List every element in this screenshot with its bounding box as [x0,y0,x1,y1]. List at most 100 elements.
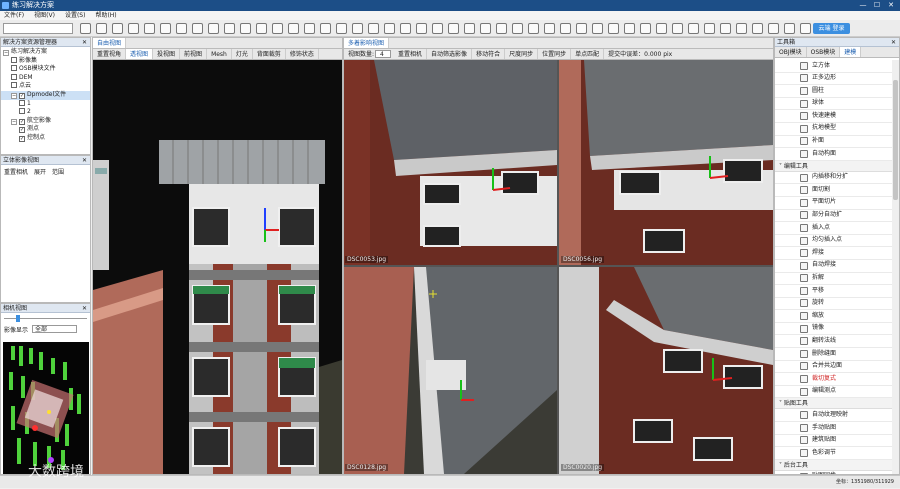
view-count-select[interactable]: 4 [375,50,392,58]
tool-group-header[interactable]: ˅ 编辑工具 [775,160,893,172]
tool-item[interactable]: 手动贴图 [775,422,893,435]
range-button[interactable]: 范围 [52,167,64,176]
maximize-button[interactable]: ☐ [870,0,884,11]
tree-item[interactable]: ✓ 测点 [1,125,90,134]
tool-item[interactable]: 建筑贴图 [775,435,893,448]
image-filter-select[interactable]: 全部 [32,325,78,333]
tree-item[interactable]: − ✓ Dpmodel文件 [1,90,90,100]
tab-free-view[interactable]: 自由视图 [93,38,127,48]
minimize-button[interactable]: — [856,0,870,11]
tool-item[interactable]: 立方体 [775,60,893,73]
cyl-icon[interactable] [304,23,315,34]
tool-item[interactable]: 色彩调节 [775,447,893,460]
tool-item[interactable]: 拆解 [775,273,893,286]
tool-item[interactable]: 自动纹理映射 [775,409,893,423]
tool-item[interactable]: 插入点 [775,222,893,235]
snap-icon[interactable] [400,23,411,34]
checkbox[interactable] [19,99,25,106]
collapse-icon[interactable]: − [11,92,17,99]
orbit-icon[interactable] [576,23,587,34]
menu-view[interactable]: 视图(V) [34,11,55,20]
free-view-button[interactable]: 背面裁剪 [253,49,286,59]
tool-item[interactable]: 快速建模 [775,110,893,123]
free-view-button[interactable]: 透视图 [126,49,154,59]
tool-item[interactable]: 自动构面 [775,148,893,161]
reset-camera-button[interactable]: 重置相机 [4,167,28,176]
camera-icon[interactable] [480,23,491,34]
tool-item[interactable]: 补面 [775,136,893,149]
free-view-button[interactable]: 重置视角 [93,49,127,59]
rotate-icon[interactable] [192,23,203,34]
tool-group-header[interactable]: ˅ 后台工具 [775,459,893,471]
close-icon[interactable]: ✕ [891,38,896,47]
select-icon[interactable] [160,23,171,34]
layers-icon[interactable] [592,23,603,34]
tool-item[interactable]: 镜像 [775,323,893,336]
checkbox[interactable] [11,73,17,80]
checkbox[interactable]: ✓ [19,135,25,142]
collapse-icon[interactable]: − [3,50,9,56]
menu-settings[interactable]: 设置(S) [65,11,86,20]
merge-icon[interactable] [368,23,379,34]
edit-icon[interactable] [656,23,667,34]
tab-modeling[interactable]: 建模 [840,47,862,57]
move-icon[interactable] [176,23,187,34]
flag-icon[interactable] [768,23,779,34]
light-icon[interactable] [448,23,459,34]
tool-item[interactable]: 圆柱 [775,85,893,98]
pan-icon[interactable] [560,23,571,34]
sphere-icon[interactable] [320,23,331,34]
tool-item[interactable]: 部分自动扩 [775,210,893,223]
menu-help[interactable]: 帮助(H) [95,11,116,20]
tool-item[interactable]: 内插移和分扩 [775,172,893,185]
cut-icon[interactable] [336,23,347,34]
fit-icon[interactable] [544,23,555,34]
multi-view-button[interactable]: 单点匹配 [571,49,605,59]
tab-obj-module[interactable]: OBJ模块 [775,47,807,57]
expand-button[interactable]: 展开 [34,167,46,176]
undo-icon[interactable] [128,23,139,34]
split-icon[interactable] [352,23,363,34]
paste-icon[interactable] [704,23,715,34]
tool-item[interactable]: 裁切复式 [775,373,893,386]
tool-item[interactable]: 平面切片 [775,197,893,210]
grid2-icon[interactable] [720,23,731,34]
login-button[interactable]: 云端 登录 [813,23,850,34]
tree-item[interactable]: 点云 [1,82,90,91]
tree-item[interactable]: OSB模块文件 [1,65,90,74]
grid-icon[interactable] [416,23,427,34]
zoom-in-icon[interactable] [512,23,523,34]
tool-item[interactable]: 平移 [775,285,893,298]
tool-item[interactable]: 自动焊接 [775,260,893,273]
tool-item[interactable]: 焊接 [775,247,893,260]
help-icon[interactable] [624,23,635,34]
collapse-icon[interactable]: − [11,118,17,125]
tree-item[interactable]: 影像集 [1,56,90,66]
checkbox[interactable]: ✓ [19,118,25,125]
open-icon[interactable] [96,23,107,34]
checkbox[interactable] [11,65,17,72]
camera-position-map[interactable] [3,342,89,474]
new-icon[interactable] [80,23,91,34]
tree-item[interactable]: 1 [1,99,90,109]
eye-icon[interactable] [432,23,443,34]
lock-icon[interactable] [736,23,747,34]
tool-item[interactable]: 缩放 [775,310,893,323]
close-icon[interactable]: ✕ [82,156,87,165]
refresh-icon[interactable] [640,23,651,34]
unlock-icon[interactable] [752,23,763,34]
pin-icon[interactable] [784,23,795,34]
close-icon[interactable]: ✕ [82,304,87,313]
tool-item[interactable]: 删除缝面 [775,348,893,361]
checkbox[interactable]: ✓ [19,92,25,99]
cube-icon[interactable] [288,23,299,34]
measure-icon[interactable] [496,23,507,34]
line-icon[interactable] [224,23,235,34]
tab-osb-module[interactable]: OSB模块 [807,47,841,57]
multi-view-button[interactable]: 尺度同步 [505,49,539,59]
multi-view-button[interactable]: 自动筛选影像 [427,49,473,59]
checkbox[interactable] [19,108,25,115]
scale-icon[interactable] [208,23,219,34]
close-icon[interactable]: ✕ [82,38,87,47]
free-view-button[interactable]: 投视图 [153,49,181,59]
